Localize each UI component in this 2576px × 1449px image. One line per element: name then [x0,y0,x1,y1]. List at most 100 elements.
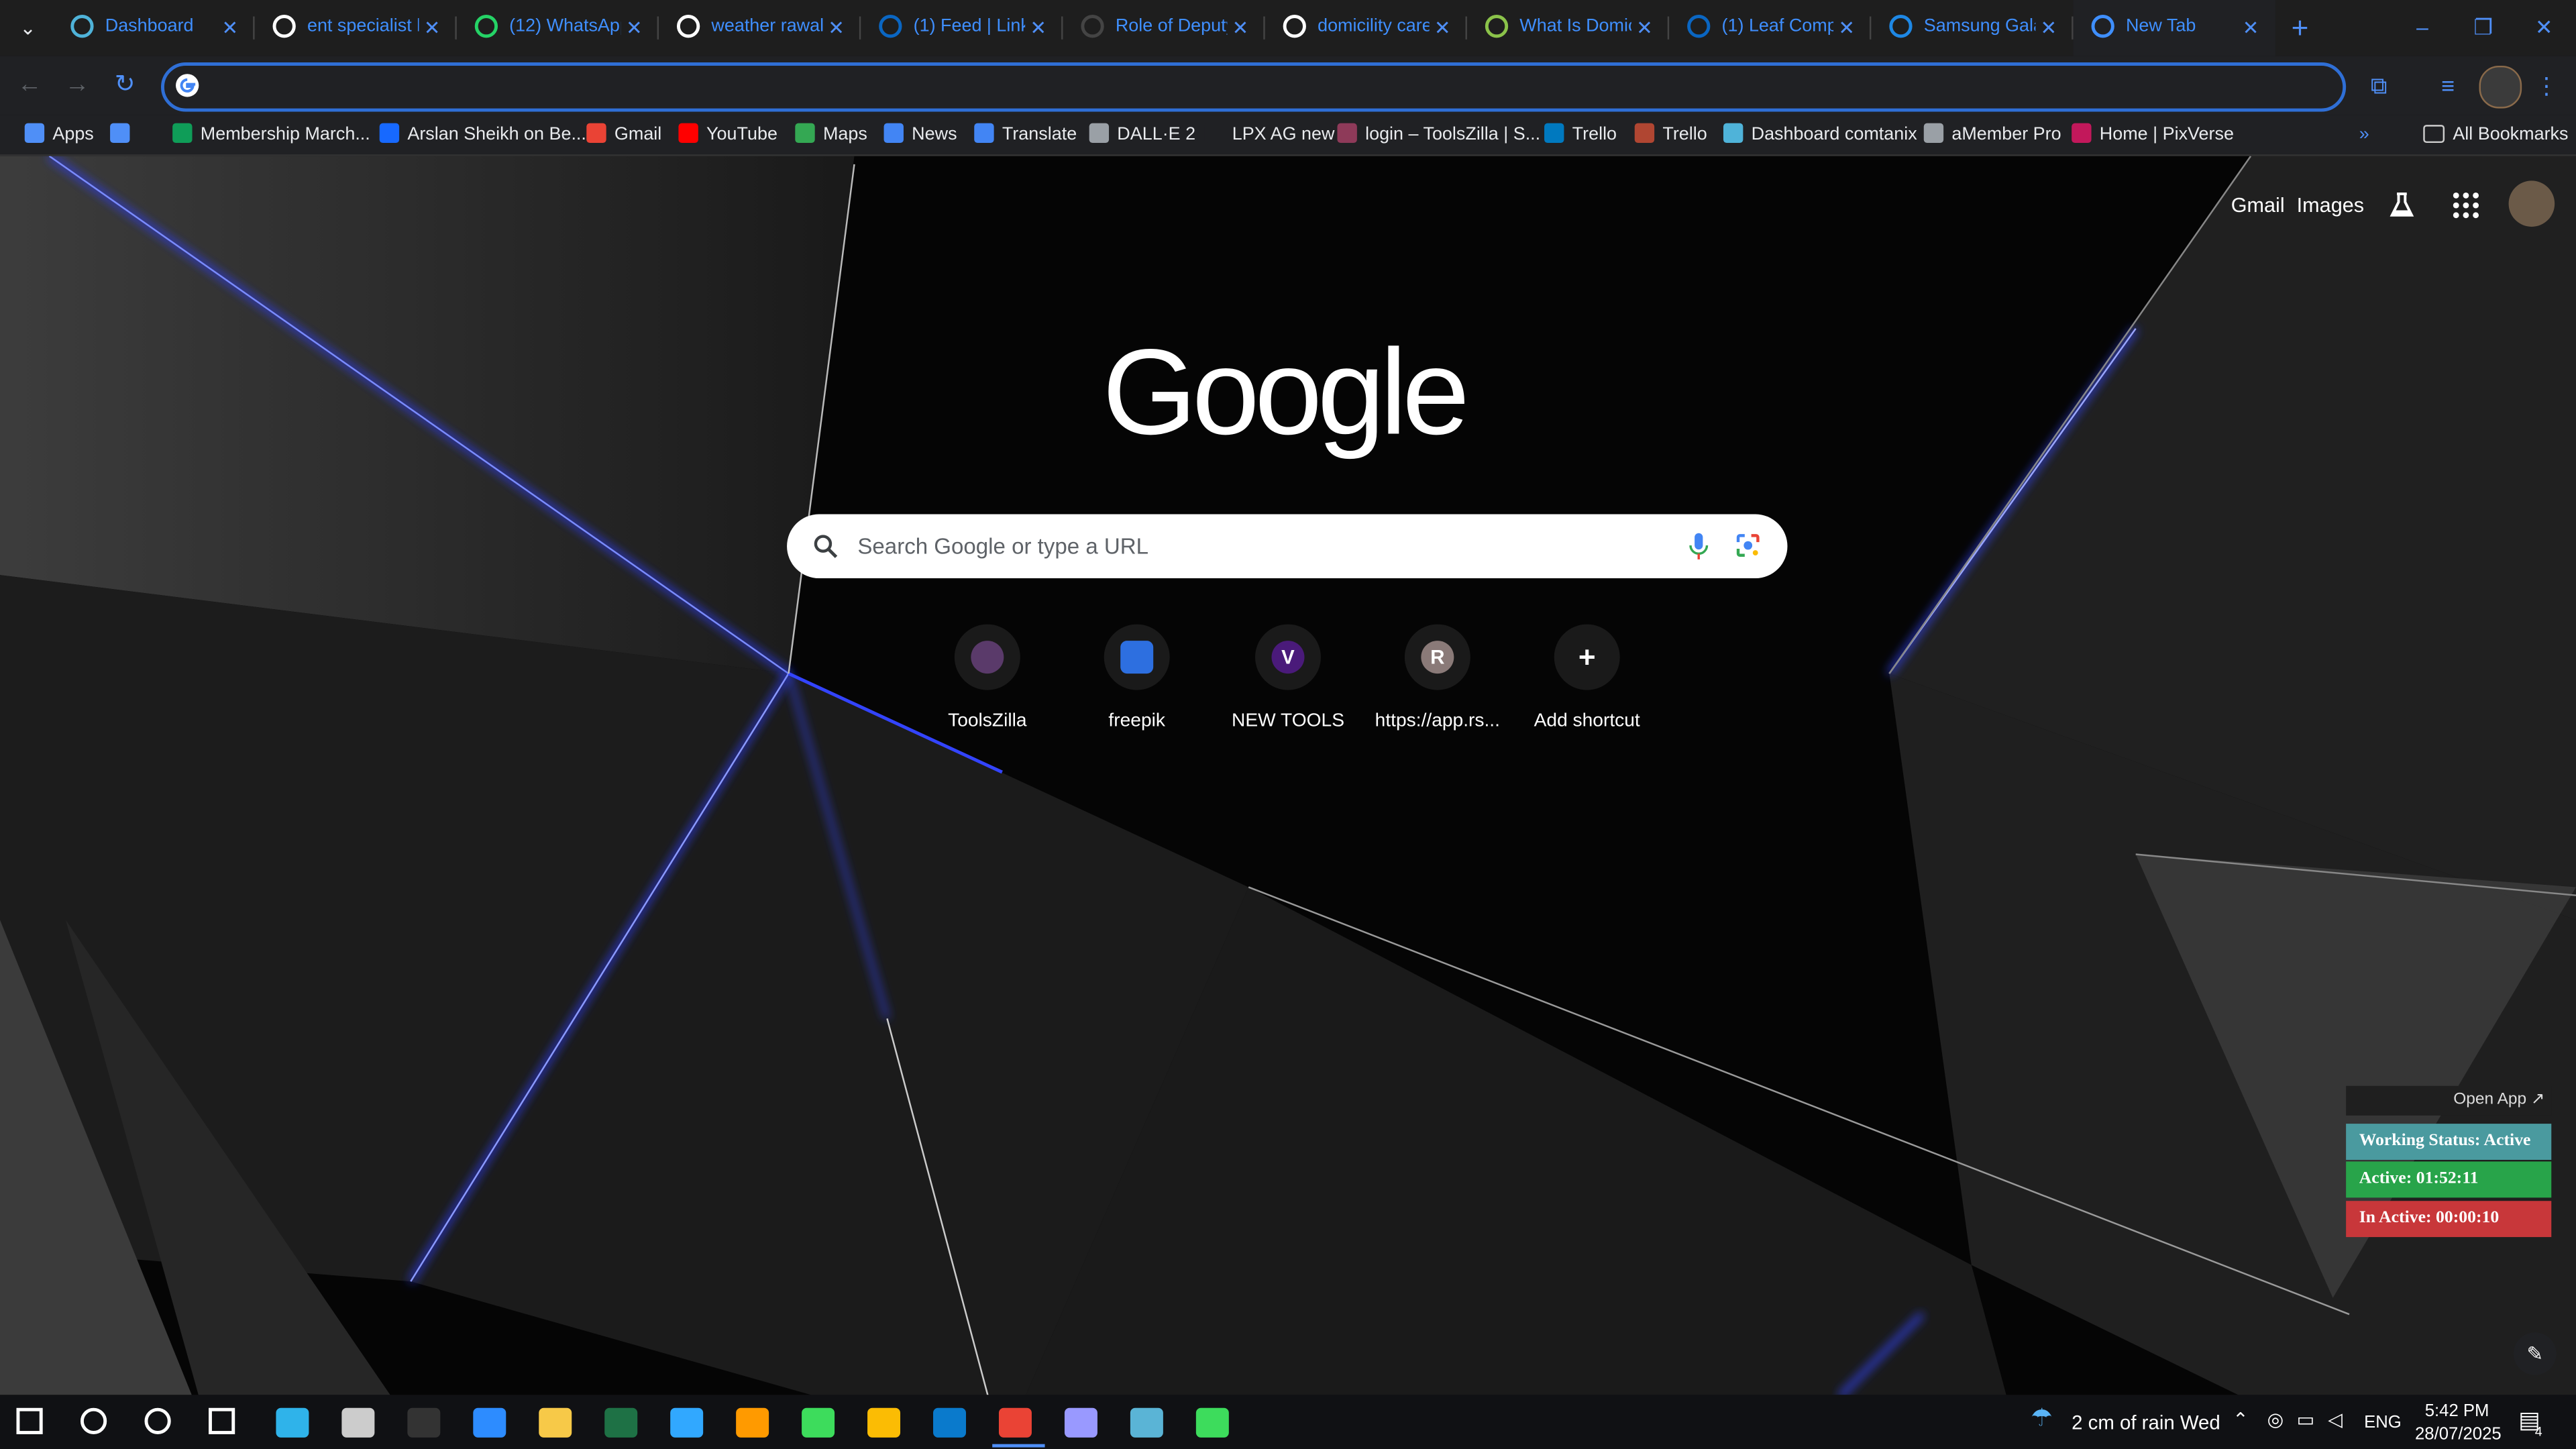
weather-icon[interactable]: ☂ [2031,1406,2053,1431]
excel-icon[interactable] [604,1407,638,1438]
close-window-button[interactable]: ✕ [2514,0,2575,56]
shortcut-tile[interactable]: freepik [1061,624,1212,743]
bookmark-item[interactable]: Trello [1544,121,1617,148]
media-controls-icon[interactable]: ≡ [2431,69,2464,102]
menu-icon[interactable]: ⋮ [2530,69,2563,102]
bookmark-item[interactable]: News [883,121,957,148]
bookmark-item[interactable]: DALL·E 2 [1089,121,1195,148]
tab-close-icon[interactable]: ✕ [1835,16,1858,39]
labs-flask-icon[interactable] [2387,191,2416,220]
tab-close-icon[interactable]: ✕ [623,16,645,39]
tab[interactable]: weather rawalp ✕ [659,0,861,56]
bookmark-item[interactable]: Arslan Sheikh on Be... [379,121,586,148]
tab-close-icon[interactable]: ✕ [219,16,241,39]
customize-pencil-icon[interactable]: ✎ [2513,1332,2557,1375]
tab-close-icon[interactable]: ✕ [2037,16,2060,39]
weather-text[interactable]: 2 cm of rain Wed [2072,1411,2220,1434]
shortcut-tile[interactable]: Rhttps://app.rs... [1362,624,1513,743]
edge-icon[interactable] [276,1407,309,1438]
address-bar[interactable] [161,62,2347,112]
samsung-icon [1889,15,1913,38]
bookmark-item[interactable]: Apps [24,121,94,148]
diamond-app-icon[interactable] [1130,1407,1163,1438]
gmail-link[interactable]: Gmail [2231,193,2285,219]
ntp-search-box[interactable]: Search Google or type a URL [787,514,1788,579]
tab[interactable]: ent specialist b ✕ [255,0,457,56]
chrome-icon[interactable] [867,1407,901,1438]
all-bookmarks-button[interactable]: All Bookmarks [2423,121,2568,148]
tab[interactable]: (1) Feed | Linke✕ [861,0,1063,56]
back-button[interactable]: ← [13,69,46,102]
vscode-icon[interactable] [933,1407,967,1438]
open-app-button[interactable]: Open App ↗ [2346,1085,2552,1116]
google-apps-icon[interactable] [2451,191,2481,220]
tab[interactable]: (1) Leaf Compli ✕ [1669,0,1872,56]
green-app-icon[interactable] [1195,1407,1229,1438]
bookmark-item[interactable]: aMember Pro [1923,121,2061,148]
forward-button[interactable]: → [61,69,94,102]
tab[interactable]: Dashboard ✕ [52,0,255,56]
tab[interactable]: What Is Domic ✕ [1467,0,1670,56]
tab-close-icon[interactable]: ✕ [421,16,443,39]
images-link[interactable]: Images [2297,193,2364,219]
network-icon[interactable]: ▭ [2297,1409,2315,1432]
reload-button[interactable]: ↻ [109,69,142,102]
account-avatar[interactable] [2508,180,2555,227]
tab[interactable]: Samsung Galax✕ [1871,0,2074,56]
tab-close-icon[interactable]: ✕ [1229,16,1252,39]
bookmark-item[interactable]: Translate [974,121,1077,148]
language-indicator[interactable]: ENG [2364,1411,2402,1434]
bookmark-item[interactable]: YouTube [678,121,777,148]
green-app-icon[interactable] [802,1407,835,1438]
voice-search-icon[interactable] [1689,532,1709,560]
minimize-button[interactable]: – [2392,0,2453,56]
task-view-icon[interactable] [209,1407,235,1434]
bookmark-item[interactable]: LPX AG new [1204,121,1334,148]
tray-overflow-icon[interactable]: ⌃ [2233,1409,2249,1432]
bookmark-item[interactable]: Maps [795,121,867,148]
tab[interactable]: Role of Deputy ✕ [1063,0,1265,56]
tab-title: Role of Deputy [1115,16,1228,36]
premiere-icon[interactable] [1064,1407,1097,1438]
meet-now-icon[interactable]: ◎ [2267,1409,2284,1432]
tab[interactable]: (12) WhatsApp ✕ [457,0,659,56]
bookmarks-overflow-button[interactable]: » [2359,121,2369,148]
shortcut-tile[interactable]: + Add shortcut [1511,624,1662,743]
tab-close-icon[interactable]: ✕ [824,16,847,39]
profile-avatar[interactable] [2479,65,2522,109]
shortcut-tile[interactable]: ToolsZilla [912,624,1063,743]
shortcut-tile[interactable]: V NEW TOOLS [1212,624,1363,743]
cortana-icon[interactable] [144,1407,171,1434]
bookmark-item[interactable]: login – ToolsZilla | S... [1337,121,1540,148]
illustrator-icon[interactable] [736,1407,769,1438]
tab-close-icon[interactable]: ✕ [1027,16,1050,39]
extensions-icon[interactable]: ⧉ [2363,69,2396,102]
tab-close-icon[interactable]: ✕ [1431,16,1454,39]
lens-search-icon[interactable] [1735,532,1761,558]
file-explorer-icon[interactable] [539,1407,572,1438]
bookmark-item[interactable]: Gmail [586,121,661,148]
new-tab-button[interactable]: + [2284,11,2316,44]
restore-button[interactable]: ❐ [2453,0,2514,56]
bookmark-item[interactable]: Membership March... [172,121,370,148]
bookmark-item[interactable]: Trello [1634,121,1707,148]
tab-close-icon[interactable]: ✕ [2239,16,2262,39]
pen-icon[interactable] [341,1407,375,1438]
chrome-active-icon[interactable] [998,1407,1032,1438]
address-input[interactable] [217,70,2310,107]
tab-search-button[interactable]: ⌄ [13,13,43,43]
tab[interactable]: New Tab ✕ [2073,0,2275,56]
zoom-icon[interactable] [473,1407,506,1438]
terminal-icon[interactable] [407,1407,441,1438]
clock-date[interactable]: 28/07/2025 [2415,1423,2502,1446]
volume-icon[interactable]: ◁ [2328,1409,2343,1432]
tab-close-icon[interactable]: ✕ [1633,16,1656,39]
tab[interactable]: domicility care ✕ [1265,0,1467,56]
bookmark-item[interactable] [110,121,138,148]
bookmark-item[interactable]: Dashboard comtanix [1723,121,1917,148]
bookmark-item[interactable]: Home | PixVerse [2072,121,2234,148]
clock-time[interactable]: 5:42 PM [2425,1400,2489,1423]
start-icon[interactable] [16,1407,43,1434]
search-icon[interactable] [80,1407,107,1434]
photoshop-icon[interactable] [670,1407,704,1438]
